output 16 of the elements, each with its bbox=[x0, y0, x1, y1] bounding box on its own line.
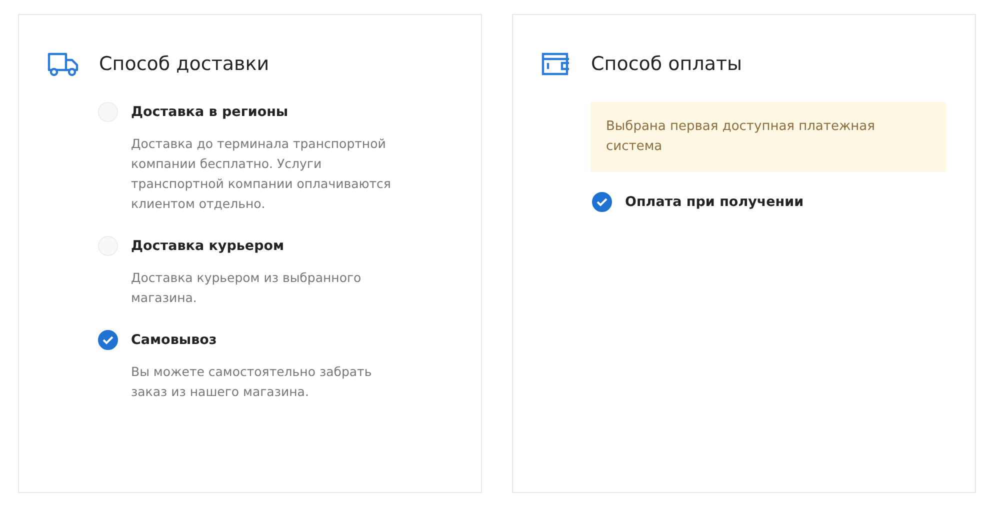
section-title: Способ оплаты bbox=[591, 53, 742, 75]
option-description: Доставка курьером из выбранного магазина. bbox=[131, 269, 362, 307]
option-label: Доставка курьером bbox=[131, 238, 284, 254]
checked-radio[interactable] bbox=[592, 192, 612, 212]
info-notice: Выбрана первая доступная платежная система bbox=[591, 102, 946, 172]
option-description: Доставка до терминала транспортной компании бесплатно. Услуги транспортной компании оплачиваются клиентом отдельно. bbox=[131, 135, 392, 213]
option-label: Самовывоз bbox=[131, 332, 217, 348]
check-icon bbox=[102, 335, 114, 345]
option-description: Вы можете самостоятельно забрать заказ из нашего магазина. bbox=[131, 363, 373, 401]
wallet-icon bbox=[541, 51, 571, 77]
option-label: Оплата при получении bbox=[625, 194, 804, 210]
truck-icon bbox=[47, 51, 79, 77]
checked-radio[interactable] bbox=[98, 330, 118, 350]
option-label: Доставка в регионы bbox=[131, 104, 288, 120]
check-icon bbox=[596, 197, 608, 207]
section-title: Способ доставки bbox=[99, 53, 270, 75]
